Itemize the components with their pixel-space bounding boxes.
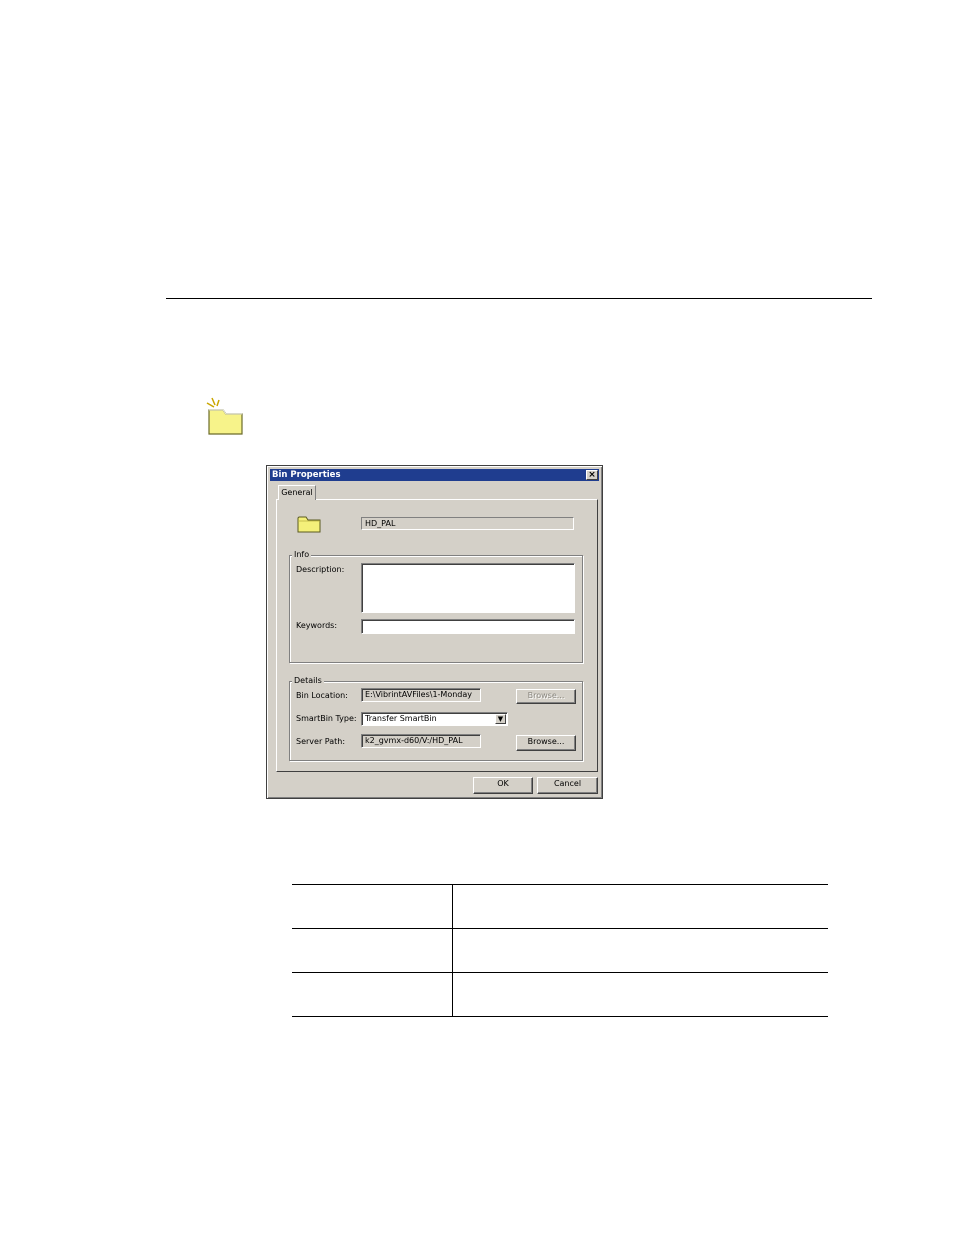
table-cell (452, 928, 828, 973)
bin-location-browse-button: Browse... (516, 689, 576, 704)
bin-location-label: Bin Location: (296, 691, 348, 700)
properties-table (292, 884, 828, 1017)
bin-properties-dialog: Bin Properties × General HD_PAL Info Des… (266, 465, 603, 799)
smartbin-type-label: SmartBin Type: (296, 714, 357, 723)
table-cell (292, 972, 453, 1017)
server-path-label: Server Path: (296, 737, 346, 746)
keywords-label: Keywords: (296, 621, 338, 630)
bin-name-field: HD_PAL (361, 517, 574, 530)
new-bin-icon (206, 397, 243, 435)
table-row (292, 884, 828, 929)
description-label: Description: (296, 565, 345, 574)
tab-general[interactable]: General (278, 485, 316, 500)
table-cell (292, 884, 453, 929)
dialog-title: Bin Properties (272, 470, 341, 480)
chevron-down-icon[interactable]: ▼ (495, 714, 506, 724)
ok-button[interactable]: OK (473, 777, 533, 794)
table-row (292, 928, 828, 973)
bin-location-field: E:\VibrintAVFiles\1-Monday (361, 688, 481, 702)
server-path-browse-button[interactable]: Browse... (516, 735, 576, 751)
info-group-label: Info (292, 550, 312, 560)
description-field[interactable] (361, 563, 575, 613)
table-cell (452, 884, 828, 929)
smartbin-type-select[interactable]: Transfer SmartBin ▼ (361, 712, 508, 726)
folder-icon (297, 516, 321, 533)
server-path-field: k2_gvmx-d60/V:/HD_PAL (361, 734, 481, 748)
smartbin-type-value: Transfer SmartBin (365, 714, 437, 723)
table-cell (452, 972, 828, 1017)
table-row (292, 972, 828, 1017)
table-cell (292, 928, 453, 973)
cancel-button[interactable]: Cancel (537, 777, 598, 794)
close-button[interactable]: × (586, 470, 598, 480)
title-bar: Bin Properties × (270, 469, 599, 481)
keywords-field[interactable] (361, 619, 575, 634)
details-group-label: Details (292, 676, 324, 686)
header-rule (166, 298, 872, 299)
